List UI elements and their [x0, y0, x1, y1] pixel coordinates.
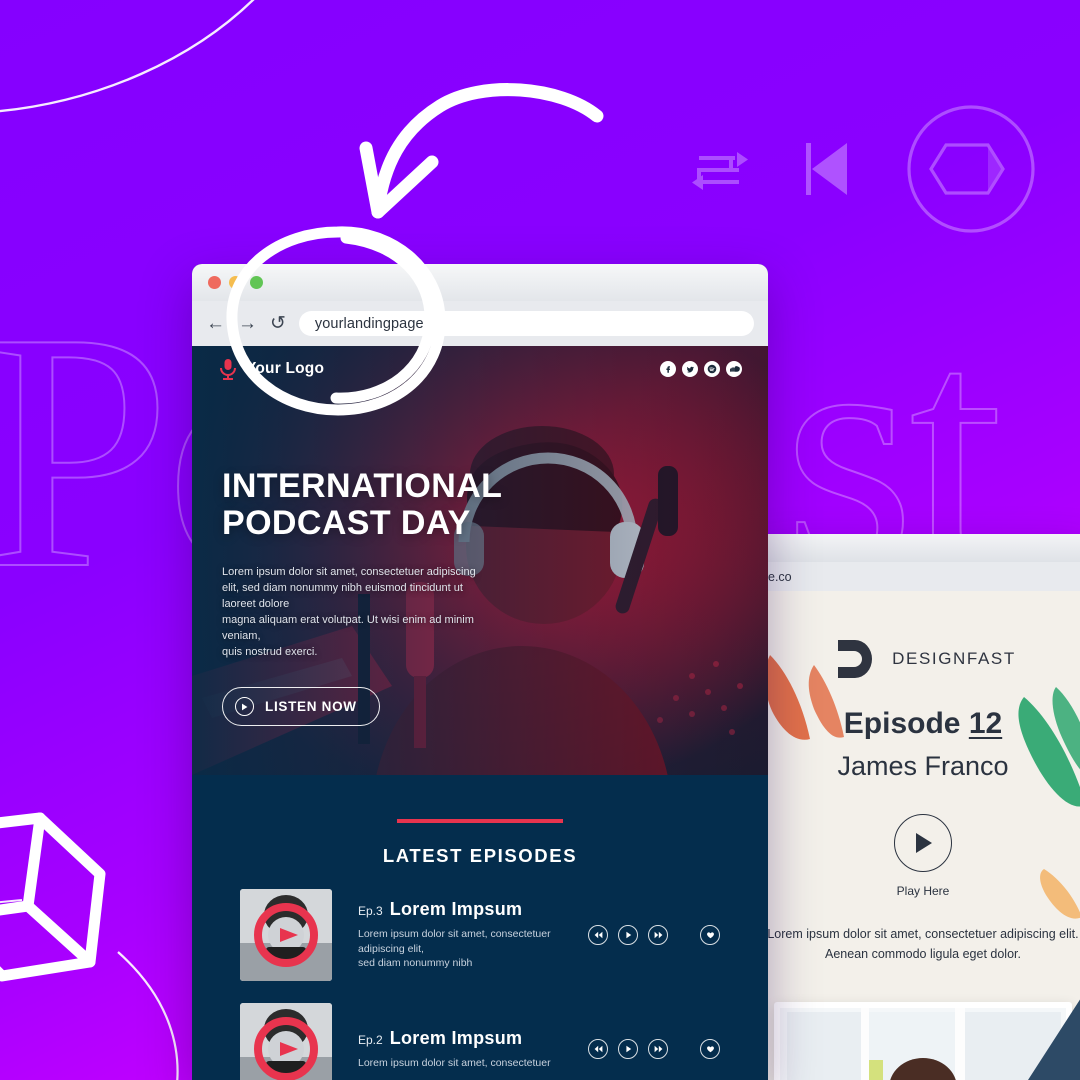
secondary-browser-window[interactable]: e.co DESIGNFAST Episode 12 James Franco	[756, 534, 1080, 1080]
listen-now-button[interactable]: LISTEN NOW	[222, 687, 380, 727]
secondary-browser-titlebar	[756, 534, 1080, 562]
episode-info: Ep.3 Lorem Impsum Lorem ipsum dolor sit …	[358, 899, 562, 972]
cube-outline-icon	[0, 812, 106, 982]
hero-title-line2: PODCAST DAY	[222, 503, 471, 542]
curve-line-top-left	[0, 0, 255, 113]
site-logo[interactable]: Your Logo	[218, 358, 324, 380]
hexagon-badge-icon	[907, 105, 1035, 233]
annotation-arrow-head-right	[371, 155, 439, 219]
minimize-button[interactable]	[229, 276, 242, 289]
episode-controls[interactable]	[588, 925, 720, 945]
episode-thumbnail[interactable]	[240, 889, 332, 981]
episode-controls[interactable]	[588, 1039, 720, 1059]
episode-description: Lorem ipsum dolor sit amet, consectetuer…	[358, 927, 551, 970]
section-header: LATEST EPISODES	[192, 819, 768, 867]
episode-thumbnail-image	[240, 1003, 332, 1080]
browser-titlebar	[192, 264, 768, 301]
repeat-icon	[692, 152, 748, 190]
poster-stage: Podcast	[0, 0, 1080, 1080]
forward-arrow-icon[interactable]: →	[238, 314, 257, 333]
browser-toolbar[interactable]: ← → ↺ yourlandingpage.co	[192, 301, 768, 346]
close-button[interactable]	[208, 276, 221, 289]
soundcloud-icon[interactable]	[726, 361, 742, 377]
episode-info: Ep.2 Lorem Impsum Lorem ipsum dolor sit …	[358, 1028, 562, 1071]
episode-description: Lorem ipsum dolor sit amet, consectetuer	[358, 1056, 551, 1069]
heart-icon[interactable]	[700, 1039, 720, 1059]
heart-icon[interactable]	[700, 925, 720, 945]
secondary-browser-addressbar[interactable]: e.co	[756, 562, 1080, 591]
secondary-url-text: e.co	[768, 569, 792, 584]
episode-thumbnail-image	[240, 889, 332, 981]
twitter-icon[interactable]	[682, 361, 698, 377]
section-accent-rule	[397, 819, 563, 823]
fast-forward-icon[interactable]	[648, 925, 668, 945]
episode-row[interactable]: Ep.3 Lorem Impsum Lorem ipsum dolor sit …	[192, 867, 768, 981]
social-links[interactable]	[660, 361, 742, 377]
episode-number: Ep.3	[358, 903, 383, 918]
latest-episodes-section: LATEST EPISODES Ep.3 Lorem Impsum Lorem …	[192, 775, 768, 1080]
episode-row[interactable]: Ep.2 Lorem Impsum Lorem ipsum dolor sit …	[192, 981, 768, 1080]
url-input[interactable]: yourlandingpage.co	[298, 311, 754, 336]
episode-title: Lorem Impsum	[389, 1027, 523, 1048]
back-arrow-icon[interactable]: ←	[206, 314, 225, 333]
main-browser-window[interactable]: ← → ↺ yourlandingpage.co Your Logo INTER…	[192, 264, 768, 1080]
play-icon	[235, 697, 254, 717]
site-logo-text: Your Logo	[246, 360, 325, 377]
play-icon[interactable]	[618, 925, 638, 945]
hero-paragraph: Lorem ipsum dolor sit amet, consectetuer…	[222, 566, 476, 659]
play-icon[interactable]	[618, 1039, 638, 1059]
hero-section: Your Logo INTERNATIONAL PODCAST DAY Lore…	[192, 346, 768, 775]
microphone-icon	[220, 359, 236, 380]
annotation-arrow-curve	[371, 83, 604, 215]
section-title: LATEST EPISODES	[382, 845, 578, 866]
episode-number: Ep.2	[358, 1032, 383, 1047]
site-navbar: Your Logo	[192, 346, 768, 392]
hero-title: INTERNATIONAL PODCAST DAY	[222, 468, 728, 541]
rewind-icon[interactable]	[588, 925, 608, 945]
hero-content: INTERNATIONAL PODCAST DAY Lorem ipsum do…	[222, 468, 728, 727]
listen-now-label: LISTEN NOW	[265, 699, 357, 715]
url-text: yourlandingpage.co	[314, 315, 444, 332]
curve-line-bottom-left	[117, 951, 179, 1080]
spotify-icon[interactable]	[704, 361, 720, 377]
episode-thumbnail[interactable]	[240, 1003, 332, 1080]
navy-corner-triangle	[1028, 999, 1080, 1080]
maximize-button[interactable]	[250, 276, 263, 289]
hero-title-line1: INTERNATIONAL	[222, 467, 503, 505]
rewind-icon[interactable]	[588, 1039, 608, 1059]
previous-track-icon	[806, 143, 847, 195]
facebook-icon[interactable]	[660, 361, 676, 377]
episode-title: Lorem Impsum	[389, 898, 523, 919]
secondary-page-content: DESIGNFAST Episode 12 James Franco Play …	[756, 591, 1080, 1080]
annotation-arrow-head-left	[359, 141, 385, 219]
fast-forward-icon[interactable]	[648, 1039, 668, 1059]
refresh-icon[interactable]: ↺	[270, 314, 286, 333]
